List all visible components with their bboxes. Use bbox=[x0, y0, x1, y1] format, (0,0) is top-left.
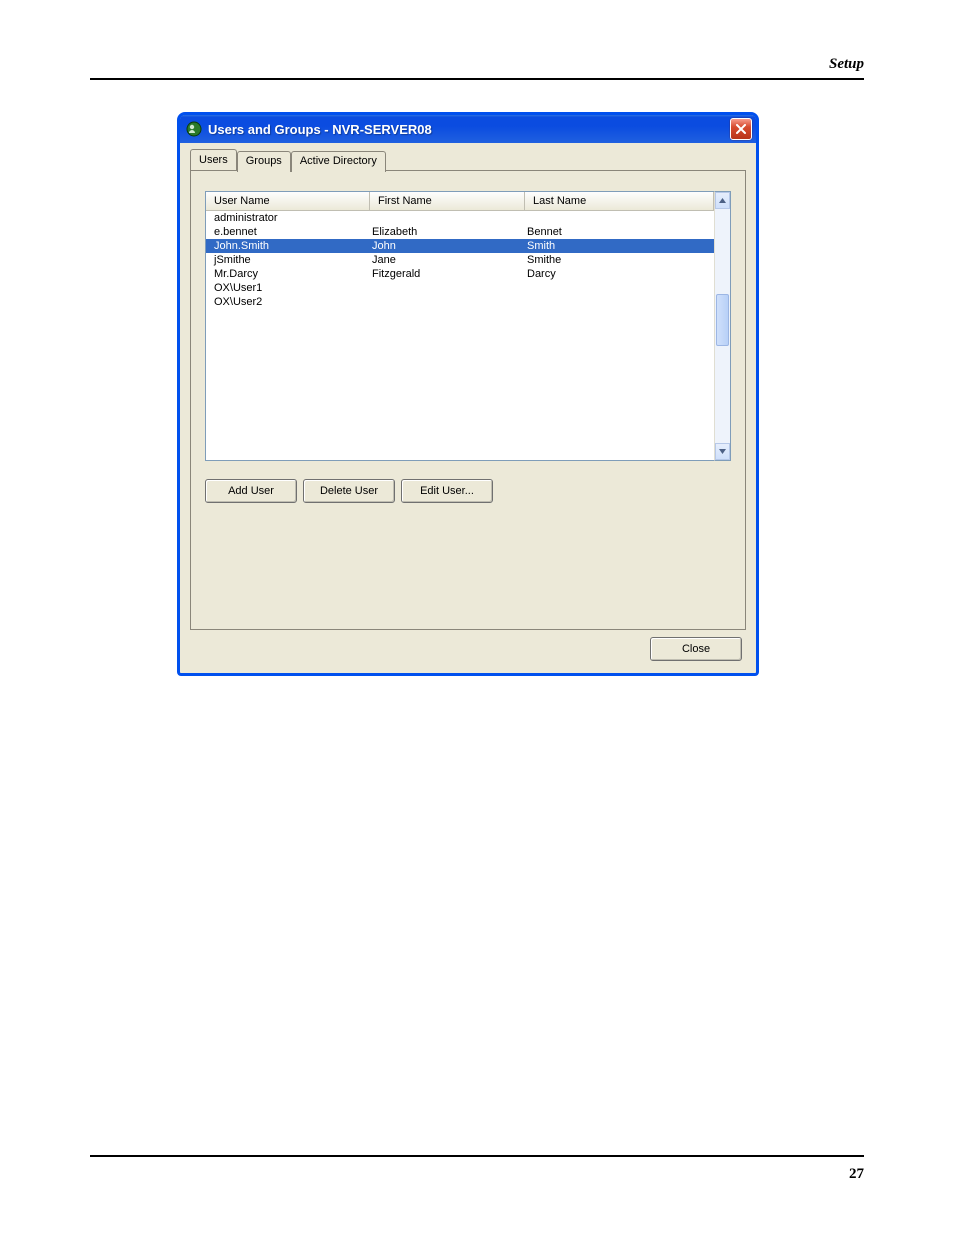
cell-lastname: Bennet bbox=[525, 225, 714, 239]
cell-username: e.bennet bbox=[206, 225, 370, 239]
table-row[interactable]: e.bennetElizabethBennet bbox=[206, 225, 714, 239]
scroll-track[interactable] bbox=[715, 209, 730, 443]
user-listview[interactable]: User Name First Name Last Name administr… bbox=[205, 191, 714, 461]
listview-rows: administratore.bennetElizabethBennetJohn… bbox=[206, 211, 714, 309]
cell-firstname bbox=[370, 281, 525, 295]
titlebar[interactable]: Users and Groups - NVR-SERVER08 bbox=[180, 115, 756, 143]
vertical-scrollbar[interactable] bbox=[714, 191, 731, 461]
cell-lastname bbox=[525, 281, 714, 295]
window-body: Users Groups Active Directory User Name … bbox=[180, 143, 756, 673]
tab-groups[interactable]: Groups bbox=[237, 151, 291, 172]
tab-panel-users: User Name First Name Last Name administr… bbox=[190, 170, 746, 630]
table-row[interactable]: Mr.DarcyFitzgeraldDarcy bbox=[206, 267, 714, 281]
cell-firstname: Elizabeth bbox=[370, 225, 525, 239]
page-number: 27 bbox=[849, 1166, 864, 1183]
window-close-button[interactable] bbox=[730, 118, 752, 140]
tabstrip: Users Groups Active Directory bbox=[190, 149, 746, 170]
table-row[interactable]: OX\User1 bbox=[206, 281, 714, 295]
table-row[interactable]: John.SmithJohnSmith bbox=[206, 239, 714, 253]
column-header-lastname[interactable]: Last Name bbox=[525, 192, 714, 210]
scroll-down-button[interactable] bbox=[715, 443, 730, 460]
cell-lastname: Smith bbox=[525, 239, 714, 253]
scroll-up-button[interactable] bbox=[715, 192, 730, 209]
tab-users[interactable]: Users bbox=[190, 149, 237, 170]
cell-firstname: Fitzgerald bbox=[370, 267, 525, 281]
section-title: Setup bbox=[829, 56, 864, 73]
users-and-groups-window: Users and Groups - NVR-SERVER08 Users Gr… bbox=[177, 112, 759, 676]
cell-username: jSmithe bbox=[206, 253, 370, 267]
cell-firstname bbox=[370, 211, 525, 225]
close-button[interactable]: Close bbox=[650, 637, 742, 661]
column-header-firstname[interactable]: First Name bbox=[370, 192, 525, 210]
cell-username: Mr.Darcy bbox=[206, 267, 370, 281]
cell-username: OX\User1 bbox=[206, 281, 370, 295]
cell-lastname: Smithe bbox=[525, 253, 714, 267]
table-row[interactable]: jSmitheJaneSmithe bbox=[206, 253, 714, 267]
cell-username: John.Smith bbox=[206, 239, 370, 253]
window-title: Users and Groups - NVR-SERVER08 bbox=[208, 122, 730, 137]
cell-firstname: Jane bbox=[370, 253, 525, 267]
tab-active-directory[interactable]: Active Directory bbox=[291, 151, 386, 172]
user-list-container: User Name First Name Last Name administr… bbox=[205, 191, 731, 461]
user-action-buttons: Add User Delete User Edit User... bbox=[205, 479, 731, 503]
dialog-footer: Close bbox=[650, 637, 742, 661]
column-header-username[interactable]: User Name bbox=[206, 192, 370, 210]
footer-rule bbox=[90, 1155, 864, 1157]
delete-user-button[interactable]: Delete User bbox=[303, 479, 395, 503]
cell-lastname: Darcy bbox=[525, 267, 714, 281]
table-row[interactable]: administrator bbox=[206, 211, 714, 225]
cell-firstname bbox=[370, 295, 525, 309]
edit-user-button[interactable]: Edit User... bbox=[401, 479, 493, 503]
add-user-button[interactable]: Add User bbox=[205, 479, 297, 503]
scroll-thumb[interactable] bbox=[716, 294, 729, 346]
header-rule bbox=[90, 78, 864, 80]
cell-username: administrator bbox=[206, 211, 370, 225]
cell-firstname: John bbox=[370, 239, 525, 253]
listview-header[interactable]: User Name First Name Last Name bbox=[206, 192, 714, 211]
app-icon bbox=[186, 121, 202, 137]
table-row[interactable]: OX\User2 bbox=[206, 295, 714, 309]
cell-lastname bbox=[525, 211, 714, 225]
cell-username: OX\User2 bbox=[206, 295, 370, 309]
cell-lastname bbox=[525, 295, 714, 309]
